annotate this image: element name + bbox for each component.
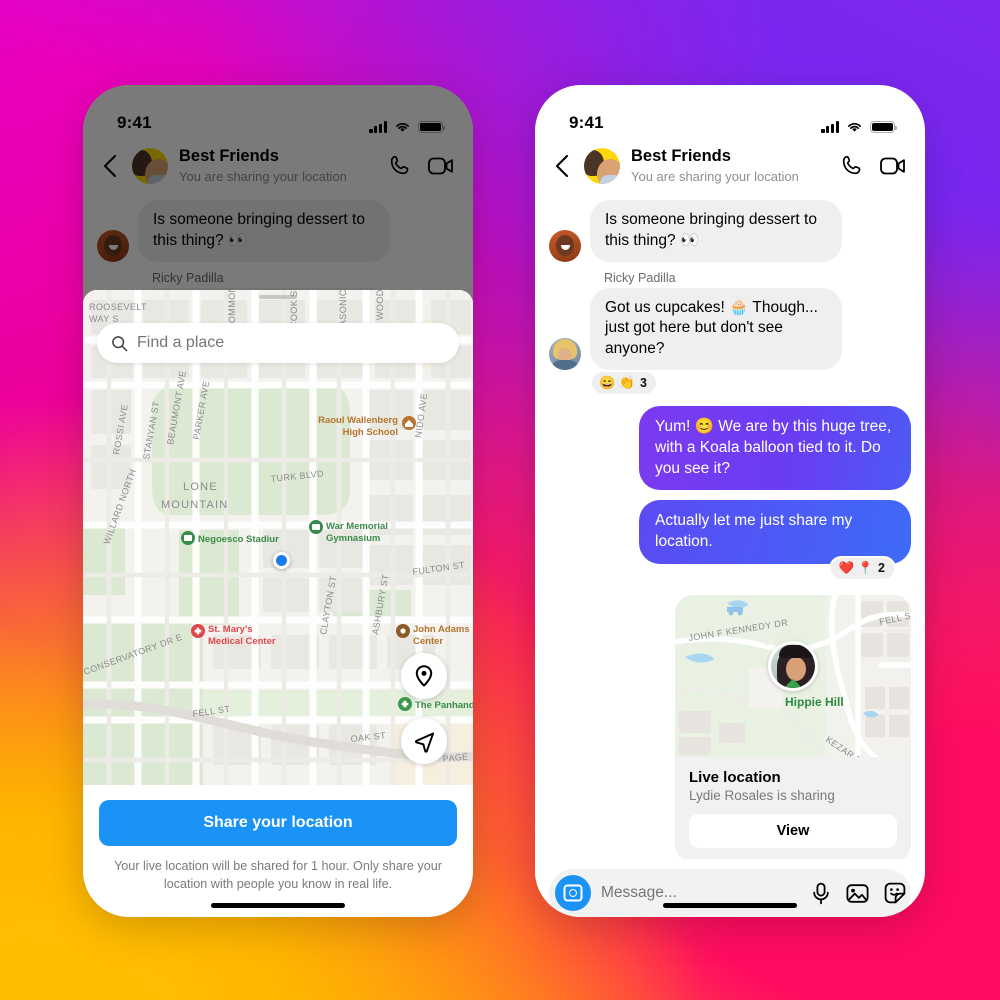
map-poi-label: Negoesco Stadiur — [198, 534, 279, 545]
map-area-label: MOUNTAIN — [161, 499, 228, 511]
message-bubble[interactable]: Is someone bringing dessert to this thin… — [590, 200, 842, 262]
share-location-panel: Share your location Your live location w… — [83, 785, 473, 917]
message-reactions[interactable]: 😄 👏 3 — [590, 370, 658, 396]
search-box[interactable] — [97, 323, 459, 363]
wifi-icon — [848, 122, 861, 132]
search-icon — [112, 335, 128, 351]
map-poi-label: The Panhandl — [415, 700, 473, 711]
reaction-emojis: ❤️ 📍 — [838, 560, 874, 575]
live-location-title: Live location — [689, 768, 781, 786]
cellular-bars-icon — [821, 121, 839, 133]
home-indicator — [663, 903, 797, 908]
header-actions — [839, 153, 907, 178]
message-row: Got us cupcakes! 🧁 Though... just got he… — [549, 287, 911, 370]
map-poi-label: Hippie Hill — [785, 695, 844, 710]
phone-icon[interactable] — [839, 153, 864, 178]
map-search — [97, 323, 459, 363]
map-poi-label: War Memorial — [326, 521, 388, 532]
avatar — [549, 338, 581, 370]
microphone-icon[interactable] — [811, 882, 831, 905]
header-text: Best Friends You are sharing your locati… — [631, 146, 828, 185]
chevron-left-icon[interactable] — [551, 153, 573, 179]
status-icons — [821, 120, 898, 133]
phone-right: 9:41 Best Friends You are sharing your l… — [535, 85, 925, 917]
map-poi-label: High School — [343, 427, 398, 438]
message-bubble[interactable]: Got us cupcakes! 🧁 Though... just got he… — [590, 287, 842, 370]
current-location-dot — [273, 552, 290, 569]
live-location-subtitle: Lydie Rosales is sharing — [689, 787, 835, 803]
map-poi-label: John Adams — [413, 624, 470, 635]
map-poi-label: Medical Center — [208, 636, 276, 647]
composer-icons — [811, 882, 906, 905]
map-canvas[interactable]: ROOSEVELT WAY S COMMONWEAL COOK ST MASON… — [83, 290, 473, 785]
live-location-card[interactable]: JOHN F KENNEDY DR FELL S KEZAR DR Hippie… — [675, 594, 911, 862]
header-subtitle: You are sharing your location — [631, 168, 799, 184]
right-screen: 9:41 Best Friends You are sharing your l… — [535, 85, 925, 917]
map-pin-icon[interactable] — [401, 653, 447, 699]
composer-bar — [549, 869, 911, 917]
reaction-count: 3 — [640, 376, 647, 390]
map-area-label: LONE — [183, 481, 218, 493]
map-pin-glyph — [415, 665, 433, 687]
navigation-arrow-icon[interactable] — [401, 718, 447, 764]
message-input[interactable] — [601, 884, 801, 902]
left-screen: 9:41 Best Friends You are sharin — [83, 85, 473, 917]
home-indicator — [211, 903, 345, 908]
image-icon[interactable] — [846, 883, 869, 904]
message-list: Is someone bringing dessert to this thin… — [535, 196, 925, 862]
map-poi-label: Center — [413, 636, 443, 647]
search-input[interactable] — [137, 334, 445, 352]
battery-full-icon — [870, 120, 898, 133]
map-graphics: ROOSEVELT WAY S COMMONWEAL COOK ST MASON… — [83, 290, 473, 785]
share-location-button[interactable]: Share your location — [99, 800, 457, 846]
reaction-emojis: 😄 👏 — [599, 375, 635, 390]
message-bubble[interactable]: Yum! 😊 We are by this huge tree, with a … — [639, 406, 911, 491]
view-location-button[interactable]: View — [689, 813, 897, 848]
sticker-icon[interactable] — [884, 882, 906, 904]
live-location-map[interactable]: JOHN F KENNEDY DR FELL S KEZAR DR Hippie… — [675, 594, 911, 757]
live-location-info: Live location Lydie Rosales is sharing V… — [675, 757, 911, 862]
avatar[interactable] — [768, 641, 818, 692]
status-bar: 9:41 — [535, 85, 925, 137]
reaction-count: 2 — [878, 561, 885, 576]
location-sharing-sheet: ROOSEVELT WAY S COMMONWEAL COOK ST MASON… — [83, 290, 473, 917]
map-label: WOOD ST — [375, 290, 385, 320]
status-time: 9:41 — [569, 113, 604, 132]
camera-button[interactable] — [555, 875, 591, 911]
group-avatar[interactable] — [584, 147, 620, 184]
message-sender: Ricky Padilla — [604, 270, 676, 285]
message-row: Is someone bringing dessert to this thin… — [549, 200, 911, 262]
map-label: ROOSEVELT — [89, 302, 147, 312]
sheet-grabber[interactable] — [259, 295, 297, 299]
message-composer — [535, 859, 925, 917]
message-bubble[interactable]: Actually let me just share my location. — [639, 500, 911, 564]
map-poi-label: Gymnasium — [326, 533, 380, 544]
chat-header: Best Friends You are sharing your locati… — [535, 137, 925, 196]
page-title: Best Friends — [631, 147, 731, 165]
map-poi-label: Raoul Wallenberg — [318, 415, 398, 426]
phone-left: 9:41 Best Friends You are sharin — [83, 85, 473, 917]
video-camera-icon[interactable] — [879, 155, 907, 177]
share-disclaimer: Your live location will be shared for 1 … — [114, 859, 442, 891]
outgoing-messages: Yum! 😊 We are by this huge tree, with a … — [549, 396, 911, 862]
map-poi-label: St. Mary's — [208, 624, 253, 635]
message-reactions[interactable]: ❤️ 📍 2 — [829, 555, 896, 581]
avatar — [549, 229, 581, 262]
navigation-arrow-glyph — [414, 731, 434, 753]
